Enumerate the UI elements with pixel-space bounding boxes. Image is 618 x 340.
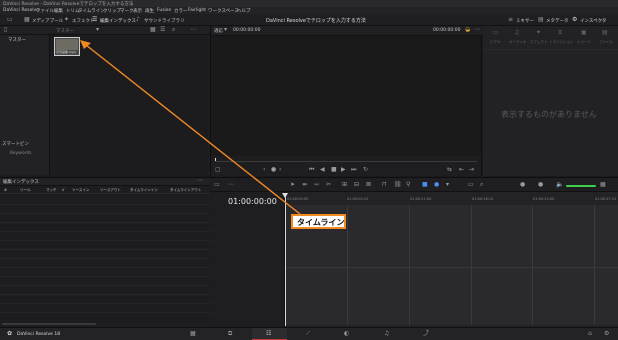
davinci-logo-icon: ✿ (7, 330, 13, 337)
media-page-icon[interactable]: ▦ (190, 331, 196, 337)
edit-page-icon: ☷ (266, 330, 272, 337)
app-name: DaVinci Resolve 18 (17, 332, 61, 337)
annotation-label: タイムライン (297, 218, 345, 227)
annotation-arrow-line (85, 44, 301, 215)
color-page-icon[interactable]: ◐ (344, 331, 349, 337)
deliver-page-icon[interactable]: ⤴ (423, 331, 429, 337)
fairlight-page-icon[interactable]: ♫ (384, 331, 389, 337)
home-icon[interactable]: ⌂ (588, 331, 592, 337)
page-navigation-bar: ✿ DaVinci Resolve 18 ▦ ⧉ ☷ ⟋ ◐ ♫ ⤴ ⌂ ⚙ (0, 327, 618, 340)
gear-icon[interactable]: ⚙ (604, 331, 609, 337)
fusion-page-icon[interactable]: ⟋ (306, 331, 310, 337)
annotation-label-box: タイムライン (291, 214, 346, 229)
edit-page-tab[interactable]: ☷ (252, 328, 287, 340)
cut-page-icon[interactable]: ⧉ (228, 331, 232, 337)
annotation-arrow (80, 40, 301, 215)
